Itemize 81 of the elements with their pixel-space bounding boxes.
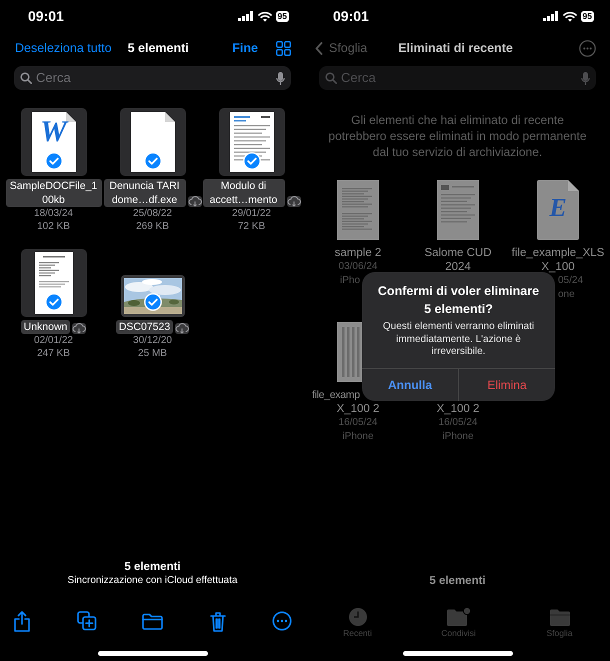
dialog-message: Questi elementi verranno eliminati immediatamente. L'azione è irreversibile. xyxy=(382,321,536,358)
file-name[interactable]: Unknown xyxy=(20,320,70,334)
file-type-letter: W xyxy=(40,116,67,148)
search-bar[interactable]: Cerca xyxy=(319,66,596,90)
file-date: 29/01/22 xyxy=(232,207,271,220)
file-size: 247 KB xyxy=(37,347,70,360)
file-source: iPhone xyxy=(441,430,475,444)
status-time: 09:01 xyxy=(28,6,64,26)
grid-view-icon[interactable] xyxy=(276,41,291,56)
search-bar[interactable]: Cerca xyxy=(14,66,291,90)
shared-folder-icon xyxy=(446,607,470,627)
wifi-icon xyxy=(258,10,272,22)
file-name[interactable]: Salome CUD xyxy=(424,246,492,260)
done-button[interactable]: Fine xyxy=(232,41,258,56)
file-name[interactable]: Denuncia TARI dome…df.exe xyxy=(104,179,186,207)
photo-thumbnail[interactable] xyxy=(120,275,184,317)
search-icon xyxy=(20,72,32,84)
wifi-icon xyxy=(562,10,577,22)
file-date: 16/05/24 xyxy=(438,416,478,430)
file-date: 02/01/22 xyxy=(34,334,73,347)
file-name[interactable]: 2024 xyxy=(445,260,471,274)
file-date: 30/12/20 xyxy=(133,334,172,347)
clock-icon xyxy=(348,607,368,627)
nav-title: 5 elementi xyxy=(128,40,189,58)
file-source: iPhone xyxy=(341,430,375,444)
document-thumbnail[interactable] xyxy=(20,249,86,317)
duplicate-icon[interactable] xyxy=(76,611,96,631)
delete-button[interactable]: Elimina xyxy=(458,368,555,400)
dialog-title: Confermi di voler eliminare 5 elementi? xyxy=(376,283,540,318)
home-indicator[interactable] xyxy=(98,650,208,656)
item-count: 5 elementi xyxy=(429,574,486,588)
battery-indicator: 95 xyxy=(276,10,289,22)
info-text: Gli elementi che hai eliminato di recente potrebbero essere eliminati in modo permanente dal tuo servizio di archiviazione. xyxy=(327,112,588,160)
search-field[interactable]: Cerca xyxy=(341,68,577,88)
document-thumbnail[interactable] xyxy=(20,108,86,176)
folder-icon xyxy=(550,607,570,627)
home-indicator[interactable] xyxy=(402,650,512,656)
share-icon[interactable] xyxy=(13,610,31,632)
file-date: 25/08/22 xyxy=(133,207,172,220)
item-count: 5 elementi xyxy=(124,560,181,574)
file-name[interactable]: SampleDOCFile_100kb xyxy=(6,179,102,207)
file-size: 269 KB xyxy=(136,220,169,233)
trash-icon[interactable] xyxy=(208,610,226,632)
file-name[interactable]: Modulo di accett…mento xyxy=(202,179,284,207)
file-source: iPho xyxy=(340,274,360,288)
file-name[interactable]: DSC07523 xyxy=(116,320,174,334)
file-date: 16/05/24 xyxy=(338,416,378,430)
file-size: 72 KB xyxy=(238,220,266,233)
battery-indicator: 95 xyxy=(580,10,594,22)
document-thumbnail[interactable] xyxy=(218,108,284,176)
document-thumbnail[interactable] xyxy=(537,180,579,240)
chevron-icon xyxy=(315,42,323,55)
file-type-letter: E xyxy=(549,192,567,224)
document-thumbnail[interactable] xyxy=(120,108,186,176)
file-name[interactable]: X_100 xyxy=(541,260,575,274)
document-thumbnail[interactable] xyxy=(437,180,479,240)
nav-title: Eliminati di recente xyxy=(398,40,513,58)
file-name[interactable]: file_examp xyxy=(308,388,360,402)
search-field[interactable]: Cerca xyxy=(36,68,272,88)
search-icon xyxy=(325,72,337,84)
file-size: 25 MB xyxy=(138,347,167,360)
status-time: 09:01 xyxy=(333,6,369,26)
more-icon[interactable] xyxy=(272,611,292,631)
deselect-all-button[interactable]: Deseleziona tutto xyxy=(15,41,112,56)
sync-status: Sincronizzazione con iCloud effettuata xyxy=(68,574,238,588)
cancel-button[interactable]: Annulla xyxy=(362,368,458,400)
signal-icon xyxy=(238,11,254,21)
microphone-icon[interactable] xyxy=(276,72,285,84)
file-date: 05/24 xyxy=(558,274,584,288)
file-size: 102 KB xyxy=(37,220,70,233)
file-name[interactable]: X_100 2 xyxy=(436,402,480,416)
file-name[interactable]: file_example_XLS xyxy=(512,246,604,260)
document-thumbnail[interactable] xyxy=(337,180,379,240)
file-name[interactable]: sample 2 xyxy=(334,246,382,260)
file-date: 18/03/24 xyxy=(34,207,73,220)
folder-icon[interactable] xyxy=(142,612,163,630)
file-source: one xyxy=(558,288,575,302)
file-name[interactable]: X_100 2 xyxy=(336,402,380,416)
signal-icon xyxy=(542,11,559,21)
more-icon[interactable] xyxy=(579,40,596,57)
file-date: 03/06/24 xyxy=(338,260,378,274)
